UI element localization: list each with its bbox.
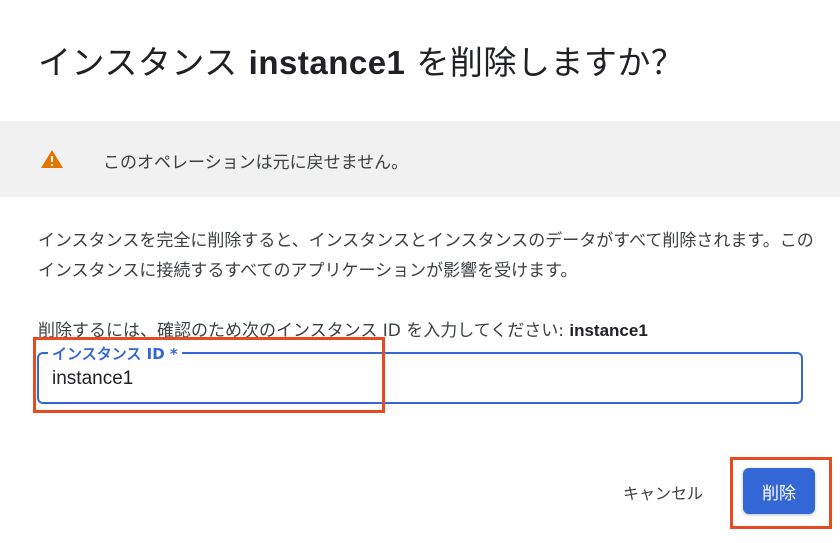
title-suffix: を削除しますか？ (405, 43, 685, 82)
highlight-box-delete (730, 457, 832, 529)
warning-text: このオペレーションは元に戻せません。 (103, 153, 409, 173)
cancel-button[interactable]: キャンセル (605, 472, 721, 512)
delete-instance-dialog: インスタンス instance1 を削除しますか？ このオペレーションは元に戻せ… (0, 0, 840, 543)
highlight-box-input (33, 337, 385, 413)
title-instance-name: instance1 (248, 44, 406, 81)
dialog-title: インスタンス instance1 を削除しますか？ (38, 36, 684, 84)
confirm-instance-id: instance1 (569, 321, 648, 340)
title-prefix: インスタンス (38, 43, 249, 82)
warning-triangle-icon (41, 150, 63, 168)
description-text: インスタンスを完全に削除すると、インスタンスとインスタンスのデータがすべて削除さ… (38, 231, 814, 281)
